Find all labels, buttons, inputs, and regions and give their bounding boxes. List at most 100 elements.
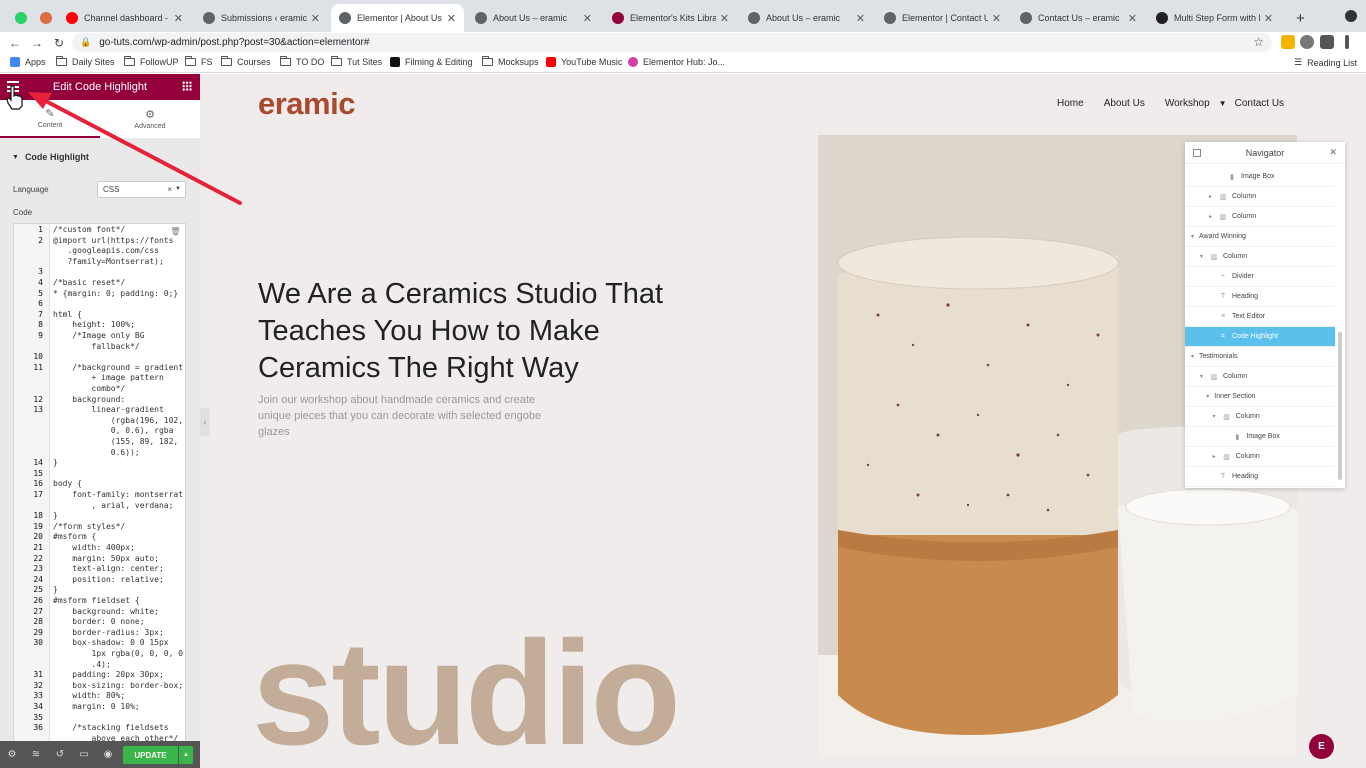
navigator-item[interactable]: ≡ Text Editor [1185,307,1335,327]
tab-close-icon[interactable]: ✕ [174,12,183,25]
kebab-menu-icon[interactable] [1345,35,1349,49]
update-options-caret-icon[interactable]: ▲ [179,746,193,764]
profile-icon[interactable] [1345,10,1357,22]
language-select[interactable]: CSS × ▼ [97,181,186,198]
navigator-item[interactable]: ÷ Divider [1185,267,1335,287]
caret-right-icon[interactable]: ▸ [1209,213,1217,220]
browser-tab[interactable] [32,4,54,32]
new-tab-button[interactable]: + [1288,4,1310,32]
navigator-scrollbar[interactable] [1338,332,1342,480]
navigator-item[interactable]: ▾ Inner Section [1185,387,1335,407]
tab-close-icon[interactable]: ✕ [447,12,456,25]
hero-headline[interactable]: We Are a Ceramics Studio That Teaches Yo… [258,276,728,387]
caret-down-icon[interactable]: ▾ [1213,413,1221,420]
nav-about-us[interactable]: About Us [1104,98,1145,109]
browser-tab[interactable] [7,4,29,32]
bookmark-item[interactable]: FollowUP [124,56,179,67]
studio-big-text[interactable]: studio [252,619,681,768]
reading-list-button[interactable]: ☰ Reading List [1294,57,1357,68]
tab-close-icon[interactable]: ✕ [1128,12,1137,25]
nav-home[interactable]: Home [1057,98,1084,109]
browser-tab[interactable]: Multi Step Form with Pro ✕ [1148,4,1281,32]
navigator-item[interactable]: ▮ Image Box [1185,427,1335,447]
hero-subtext[interactable]: Join our workshop about handmade ceramic… [258,392,568,440]
extension-icon[interactable] [1281,35,1295,49]
navigator-item[interactable]: ▸ ▥ Column [1185,207,1335,227]
browser-tab[interactable]: Channel dashboard - You ✕ [58,4,191,32]
browser-tab[interactable]: About Us – eramic ✕ [740,4,873,32]
caret-right-icon[interactable]: ▸ [1213,453,1221,460]
navigator-item-label: Image Box [1246,433,1280,440]
browser-tab[interactable]: Contact Us – eramic ✕ [1012,4,1145,32]
section-toggle[interactable]: ▼ Code Highlight [0,148,200,166]
browser-tab[interactable]: Elementor's Kits Library ✕ [604,4,737,32]
dropdown-caret-icon[interactable]: ▼ [1219,99,1227,108]
site-logo[interactable]: eramic [258,86,355,122]
caret-down-icon[interactable]: ▾ [1200,373,1208,380]
tab-close-icon[interactable]: ✕ [311,12,320,25]
tab-advanced[interactable]: ⚙ Advanced [100,100,200,138]
tab-close-icon[interactable]: ✕ [720,12,729,25]
layers-icon[interactable]: ≋ [24,749,48,760]
puzzle-icon[interactable] [1300,35,1314,49]
caret-down-icon[interactable]: ▾ [1191,233,1199,240]
trash-icon[interactable]: 🗑 [170,227,181,239]
bookmark-item[interactable]: Courses [221,56,271,67]
navigator-item[interactable]: ⌗ Code Highlight [1185,327,1335,347]
navigator-item[interactable]: ▾ ▥ Column [1185,367,1335,387]
history-icon[interactable]: ↺ [48,749,72,760]
caret-down-icon[interactable]: ▾ [1200,253,1208,260]
tab-close-icon[interactable]: ✕ [992,12,1001,25]
collapse-panel-icon[interactable]: ‹ [200,408,210,436]
code-text: width: 400px; [53,543,135,552]
tab-close-icon[interactable]: ✕ [583,12,592,25]
bookmark-item[interactable]: Mocksups [482,56,539,67]
tab-close-icon[interactable]: ✕ [856,12,865,25]
browser-tab[interactable]: Submissions ‹ eramic — ✕ [195,4,328,32]
forward-icon[interactable]: → [26,36,48,50]
browser-tab[interactable]: About Us – eramic ✕ [467,4,600,32]
navigator-item[interactable]: ▾ ▥ Column [1185,247,1335,267]
navigator-item[interactable]: T Heading [1185,287,1335,307]
settings-icon[interactable]: ⚙ [0,749,24,760]
tab-close-icon[interactable]: ✕ [1264,12,1273,25]
back-icon[interactable]: ← [4,36,26,50]
widgets-grid-icon[interactable] [182,81,192,91]
nav-workshop[interactable]: Workshop [1165,98,1210,109]
reload-icon[interactable]: ↻ [48,36,70,50]
navigator-item[interactable]: ▸ ▥ Column [1185,187,1335,207]
bookmark-item[interactable]: Daily Sites [56,56,115,67]
bookmark-item[interactable]: YouTube Music [546,57,622,67]
bookmark-item[interactable]: TO DO [280,56,324,67]
code-text: /*custom font*/ [53,225,126,234]
bookmark-item[interactable]: FS [185,56,213,67]
extension-icon[interactable] [1320,35,1334,49]
browser-tab[interactable]: Elementor | Contact Us ✕ [876,4,1009,32]
clear-icon[interactable]: × [167,185,172,194]
browser-tab[interactable]: Elementor | About Us ✕ [331,4,464,32]
close-icon[interactable]: ✕ [1329,147,1337,158]
navigator-item[interactable]: ▸ ▥ Column [1185,447,1335,467]
caret-down-icon[interactable]: ▾ [1191,353,1199,360]
code-text: /*background = gradient [53,362,184,372]
bookmark-item[interactable]: Elementor Hub: Jo... [628,57,725,67]
navigator-item[interactable]: ▾ Testimonials [1185,347,1335,367]
caret-right-icon[interactable]: ▸ [1209,193,1217,200]
bookmark-item[interactable]: Filming & Editing [390,57,473,67]
update-button[interactable]: UPDATE [123,746,178,764]
navigator-item[interactable]: ▾ Award Winning [1185,227,1335,247]
collapse-all-icon[interactable] [1193,149,1201,157]
preview-eye-icon[interactable]: ◉ [96,749,120,760]
caret-down-icon[interactable]: ▾ [1206,393,1214,400]
bookmark-star-icon[interactable]: ☆ [1253,35,1264,49]
elementor-logo-icon[interactable]: E [1309,734,1334,759]
address-bar[interactable]: 🔒 go-tuts.com/wp-admin/post.php?post=30&… [72,33,1272,52]
nav-contact-us[interactable]: Contact Us [1235,98,1284,109]
bookmark-item[interactable]: Tut Sites [331,56,382,67]
code-editor[interactable]: 1 /*custom font*/ 2 @import url(https://fon… [13,223,186,768]
bookmark-item[interactable]: Apps [10,57,46,67]
navigator-item[interactable]: T Heading [1185,467,1335,487]
navigator-item[interactable]: ▮ Image Box [1185,167,1335,187]
responsive-icon[interactable]: ▭ [72,749,96,760]
navigator-item[interactable]: ▾ ▥ Column [1185,407,1335,427]
